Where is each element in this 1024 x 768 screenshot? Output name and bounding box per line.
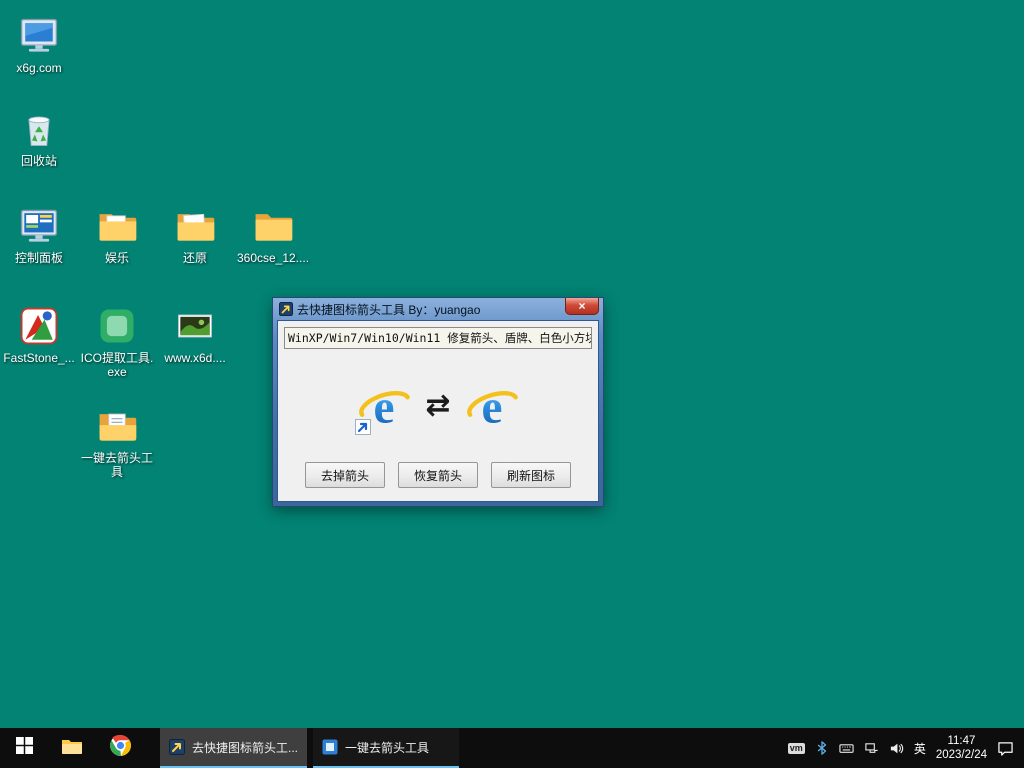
desktop-icon-ico-tool[interactable]: ICO提取工具.exe bbox=[78, 304, 156, 379]
ie-icon-with-shortcut-arrow: e bbox=[356, 378, 412, 434]
svg-text:e: e bbox=[481, 381, 502, 433]
desktop-icon-x6g[interactable]: x6g.com bbox=[0, 14, 78, 75]
desktop-icon-label: FastStone_... bbox=[3, 351, 74, 365]
desktop-icon-label: 控制面板 bbox=[15, 251, 63, 265]
bluetooth-icon[interactable] bbox=[815, 741, 829, 755]
remove-arrow-button[interactable]: 去掉箭头 bbox=[305, 462, 385, 488]
arrow-tool-window: 去快捷图标箭头工具 By：yuangao × WinXP/Win7/Win10/… bbox=[273, 298, 603, 506]
clock[interactable]: 11:47 2023/2/24 bbox=[936, 734, 987, 763]
desktop-icon-360cse-folder[interactable]: 360cse_12.... bbox=[234, 204, 312, 265]
restore-arrow-button[interactable]: 恢复箭头 bbox=[398, 462, 478, 488]
desktop-icon-yijian-folder[interactable]: 一键去箭头工具 bbox=[78, 404, 156, 479]
taskbar-window-yijian[interactable]: 一键去箭头工具 bbox=[313, 728, 459, 768]
folder-with-document-icon bbox=[95, 404, 139, 448]
desktop-icon-faststone[interactable]: FastStone_... bbox=[0, 304, 78, 365]
vmware-tray-icon[interactable]: vm bbox=[788, 743, 805, 754]
info-text: WinXP/Win7/Win10/Win11 修复箭头、盾牌、白色小方块 bbox=[284, 327, 592, 349]
taskbar: 去快捷图标箭头工... 一键去箭头工具 vm bbox=[0, 728, 1024, 768]
start-button[interactable] bbox=[0, 728, 48, 768]
taskbar-window-arrow-tool[interactable]: 去快捷图标箭头工... bbox=[160, 728, 307, 768]
file-explorer-button[interactable] bbox=[48, 728, 96, 768]
system-tray: vm 英 11:47 2023/2/24 bbox=[788, 728, 1024, 768]
clock-date: 2023/2/24 bbox=[936, 748, 987, 762]
desktop-icon-label: 回收站 bbox=[21, 154, 57, 168]
swap-arrows-icon: ⇄ bbox=[425, 391, 450, 421]
control-panel-icon bbox=[17, 204, 61, 248]
svg-text:e: e bbox=[374, 381, 395, 433]
image-file-icon bbox=[173, 304, 217, 348]
refresh-icons-button[interactable]: 刷新图标 bbox=[491, 462, 571, 488]
folder-icon bbox=[173, 204, 217, 248]
faststone-app-icon bbox=[17, 304, 61, 348]
touch-keyboard-icon[interactable] bbox=[839, 741, 854, 756]
folder-icon bbox=[95, 204, 139, 248]
dialog-buttons-row: 去掉箭头 恢复箭头 刷新图标 bbox=[284, 462, 592, 488]
chrome-icon bbox=[108, 733, 133, 763]
app-icon bbox=[322, 739, 338, 755]
desktop-icon-yule-folder[interactable]: 娱乐 bbox=[78, 204, 156, 265]
desktop-icon-x6d-image[interactable]: www.x6d.... bbox=[156, 304, 234, 365]
close-button[interactable]: × bbox=[565, 298, 599, 315]
chrome-button[interactable] bbox=[96, 728, 144, 768]
windows-logo-icon bbox=[16, 737, 33, 759]
desktop-icon-label: 一键去箭头工具 bbox=[79, 451, 155, 479]
recycle-bin-icon bbox=[17, 107, 61, 151]
taskbar-window-label: 一键去箭头工具 bbox=[345, 739, 429, 756]
language-indicator[interactable]: 英 bbox=[914, 740, 926, 757]
desktop-icon-label: x6g.com bbox=[16, 61, 61, 75]
app-icon bbox=[279, 302, 293, 316]
desktop-icon-label: www.x6d.... bbox=[164, 351, 225, 365]
clock-time: 11:47 bbox=[936, 734, 987, 748]
network-icon[interactable] bbox=[864, 741, 879, 756]
shortcut-arrow-overlay-icon bbox=[355, 419, 371, 435]
icon-preview-row: e ⇄ bbox=[284, 349, 592, 462]
volume-icon[interactable] bbox=[889, 741, 904, 756]
desktop-icon-recycle-bin[interactable]: 回收站 bbox=[0, 107, 78, 168]
desktop-icon-huanyuan-folder[interactable]: 还原 bbox=[156, 204, 234, 265]
ico-tool-app-icon bbox=[95, 304, 139, 348]
dialog-body: WinXP/Win7/Win10/Win11 修复箭头、盾牌、白色小方块 e bbox=[277, 320, 599, 502]
desktop-icon-label: 还原 bbox=[183, 251, 207, 265]
computer-icon bbox=[17, 14, 61, 58]
dialog-title: 去快捷图标箭头工具 By：yuangao bbox=[297, 301, 565, 318]
desktop-icon-control-panel[interactable]: 控制面板 bbox=[0, 204, 78, 265]
dialog-titlebar[interactable]: 去快捷图标箭头工具 By：yuangao × bbox=[277, 298, 599, 320]
desktop-icon-label: ICO提取工具.exe bbox=[79, 351, 155, 379]
taskbar-window-label: 去快捷图标箭头工... bbox=[192, 739, 298, 756]
desktop: x6g.com 回收站 控 bbox=[0, 0, 1024, 728]
ie-icon-clean: e bbox=[464, 378, 520, 434]
action-center-icon[interactable] bbox=[997, 741, 1014, 756]
app-icon bbox=[169, 739, 185, 755]
desktop-icon-label: 360cse_12.... bbox=[237, 251, 309, 265]
file-explorer-icon bbox=[60, 734, 84, 763]
folder-icon bbox=[251, 204, 295, 248]
desktop-icon-label: 娱乐 bbox=[105, 251, 129, 265]
